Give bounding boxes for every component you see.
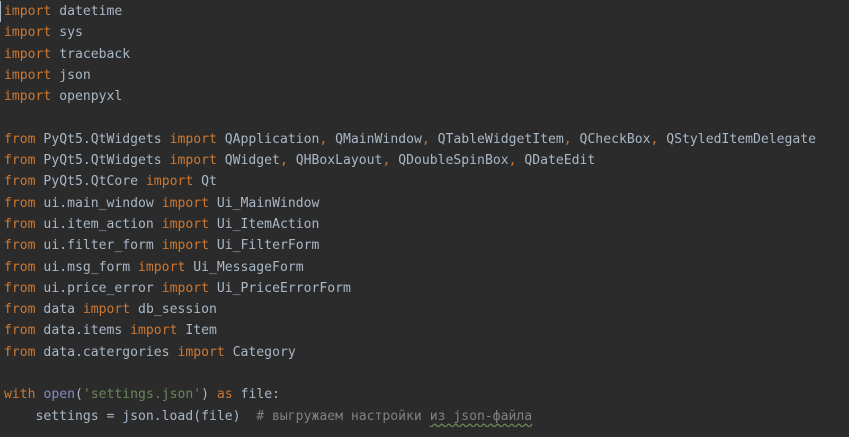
code-token: QTableWidgetItem [429, 131, 564, 147]
code-line[interactable]: from data import db_session [0, 299, 849, 320]
code-token: open [43, 387, 75, 403]
code-token: from [4, 153, 36, 169]
code-token: ui.price_error [35, 280, 162, 296]
code-token: QDoubleSpinBox [390, 153, 509, 169]
code-token: import [4, 4, 52, 19]
code-token: from [4, 195, 36, 211]
code-token: QMainWindow [327, 131, 422, 147]
code-token: data.items [35, 323, 131, 339]
code-token: QStyledItemDelegate [658, 131, 817, 147]
text-caret [0, 1, 1, 22]
code-line[interactable] [0, 107, 849, 128]
code-token: QApplication [216, 131, 320, 147]
code-token: QWidget [216, 153, 280, 169]
code-token: with [4, 387, 36, 403]
code-token: import [138, 259, 186, 275]
code-token: data.catergories [35, 344, 178, 360]
code-line[interactable]: import openpyxl [0, 86, 849, 107]
code-token: from [4, 280, 36, 296]
code-token: Ui_ItemAction [209, 216, 320, 232]
code-token: Ui_MessageForm [185, 259, 304, 275]
code-token: Ui_MainWindow [209, 195, 320, 211]
code-line[interactable]: settings = json.load(file) # выгружаем н… [0, 406, 849, 427]
code-token: Ui_PriceErrorForm [209, 280, 351, 296]
code-line[interactable]: import traceback [0, 44, 849, 65]
code-token: as [216, 387, 233, 403]
code-token: from [4, 216, 36, 232]
code-token: import [177, 344, 225, 360]
code-token: QDateEdit [516, 153, 596, 169]
code-token: import [4, 67, 52, 83]
code-token: from [4, 174, 36, 190]
code-token: ui.msg_form [35, 259, 139, 275]
code-line[interactable]: with open('settings.json') as file: [0, 384, 849, 405]
code-line[interactable]: from ui.main_window import Ui_MainWindow [0, 193, 849, 214]
code-token: ( [74, 387, 83, 403]
code-line[interactable]: from ui.price_error import Ui_PriceError… [0, 278, 849, 299]
code-token: QCheckBox [571, 131, 651, 147]
code-token: import [4, 25, 52, 41]
code-token: from [4, 344, 36, 360]
code-token: PyQt5.QtWidgets [35, 131, 170, 147]
code-token: db_session [130, 302, 217, 318]
code-token: , [279, 153, 288, 169]
code-line[interactable] [0, 363, 849, 384]
code-token: ui.main_window [35, 195, 162, 211]
code-token: settings = json.load(file) [4, 408, 257, 424]
code-token: import [169, 153, 217, 169]
code-token: datetime [51, 4, 123, 19]
code-token: file: [232, 387, 280, 403]
code-token: from [4, 238, 36, 254]
code-token: 'settings.json' [82, 387, 202, 403]
code-token: import [161, 280, 209, 296]
code-editor[interactable]: import datetime import sys import tracebac… [0, 0, 849, 437]
code-token: , [421, 131, 430, 147]
code-token: ui.filter_form [35, 238, 162, 254]
code-token: sys [51, 25, 83, 41]
code-token: data [35, 302, 83, 318]
code-line[interactable]: from PyQt5.QtCore import Qt [0, 171, 849, 192]
code-token: import [4, 46, 52, 62]
code-line[interactable]: from ui.msg_form import Ui_MessageForm [0, 257, 849, 278]
code-token: import [130, 323, 178, 339]
code-token: , [563, 131, 572, 147]
code-token: import [161, 238, 209, 254]
code-token: PyQt5.QtCore [35, 174, 146, 190]
code-line[interactable]: from PyQt5.QtWidgets import QApplication… [0, 129, 849, 150]
code-token: import [4, 89, 52, 105]
code-token: Category [224, 344, 296, 360]
code-token: import [161, 195, 209, 211]
code-line[interactable]: import json [0, 65, 849, 86]
code-token: QHBoxLayout [287, 153, 383, 169]
code-line[interactable]: from ui.item_action import Ui_ItemAction [0, 214, 849, 235]
code-token: ) [201, 387, 217, 403]
code-line[interactable]: from ui.filter_form import Ui_FilterForm [0, 235, 849, 256]
code-token: openpyxl [51, 89, 123, 105]
code-line[interactable]: from data.catergories import Category [0, 342, 849, 363]
code-token: import [145, 174, 194, 190]
code-token: from [4, 259, 36, 275]
code-token: from [4, 323, 36, 339]
code-token: Ui_FilterForm [209, 238, 320, 254]
code-token: PyQt5.QtWidgets [35, 153, 170, 169]
code-token: from [4, 131, 36, 147]
code-line[interactable]: import sys [0, 22, 849, 43]
code-token: import [161, 216, 209, 232]
code-line[interactable]: from data.items import Item [0, 320, 849, 341]
code-token: # выгружаем настройки [256, 408, 430, 424]
code-line[interactable]: import datetime [0, 1, 849, 22]
code-token: Qt [193, 174, 217, 190]
code-token: traceback [51, 46, 131, 62]
code-token: from [4, 302, 36, 318]
code-token: из json-файла [429, 408, 533, 424]
code-token: Item [177, 323, 217, 339]
code-token: import [169, 131, 217, 147]
code-token: json [51, 67, 91, 83]
code-token: import [82, 302, 131, 318]
code-token: ui.item_action [35, 216, 162, 232]
code-line[interactable]: from PyQt5.QtWidgets import QWidget, QHB… [0, 150, 849, 171]
